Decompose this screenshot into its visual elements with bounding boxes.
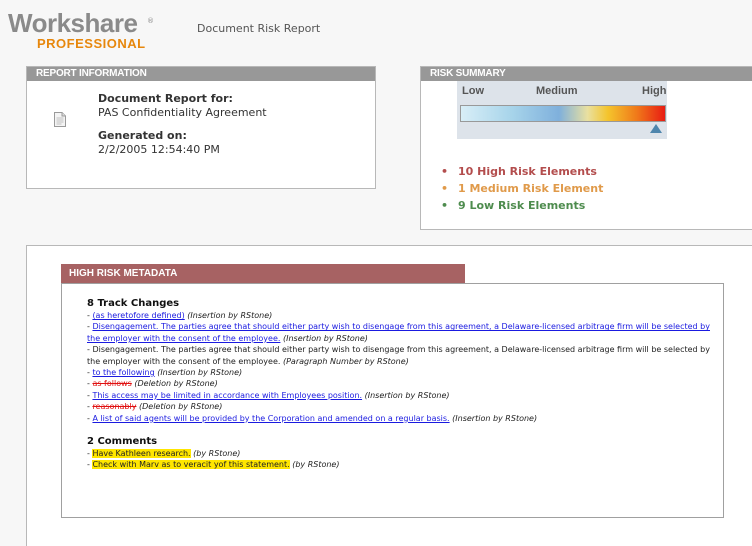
comment-text: Check with Marv as to veracit yof this s… — [92, 460, 290, 470]
track-change-note: (Insertion by RStone) — [187, 311, 273, 320]
report-information-header: REPORT INFORMATION — [27, 67, 375, 81]
high-risk-content: 8 Track Changes - (as heretofore defined… — [87, 298, 717, 471]
logo-main-text: Workshare — [8, 8, 138, 38]
risk-count-medium-text: 1 Medium Risk Element — [458, 182, 604, 195]
track-change-link[interactable]: A list of said agents will be provided b… — [92, 414, 449, 423]
scale-low-label: Low — [462, 85, 484, 97]
track-change-deleted-text: reasonably — [92, 402, 137, 412]
track-change-link[interactable]: to the following — [92, 368, 154, 377]
comment-item: - Check with Marv as to veracit yof this… — [87, 460, 340, 470]
comment-note: (by RStone) — [292, 460, 340, 470]
scale-high-label: High — [642, 85, 667, 97]
track-change-item: - (as heretofore defined) (Insertion by … — [87, 311, 273, 320]
track-change-item: - reasonably (Deletion by RStone) — [87, 402, 223, 412]
track-change-note: (Deletion by RStone) — [139, 402, 223, 412]
risk-count-list: • 10 High Risk Elements • 1 Medium Risk El… — [441, 163, 603, 214]
track-change-item: - This access may be limited in accordan… — [87, 390, 450, 400]
track-change-item: - as follows (Deletion by RStone) — [87, 379, 218, 389]
track-change-item: - Disengagement. The parties agree that … — [87, 322, 710, 343]
track-change-note: (Insertion by RStone) — [452, 413, 538, 423]
track-change-note: (Insertion by RStone) — [157, 368, 243, 378]
track-change-note: (Insertion by RStone) — [364, 390, 450, 400]
track-change-link[interactable]: This access may be limited in accordance… — [92, 391, 362, 400]
risk-scale: Low Medium High — [457, 81, 667, 139]
track-changes-title: 8 Track Changes — [87, 298, 180, 309]
risk-summary-header: RISK SUMMARY — [421, 67, 752, 81]
risk-level-marker-icon — [650, 124, 662, 133]
document-name: PAS Confidentiality Agreement — [98, 106, 267, 119]
track-change-note: (Paragraph Number by RStone) — [282, 356, 409, 366]
track-change-note: (Deletion by RStone) — [134, 379, 218, 389]
track-change-item: - Disengagement. The parties agree that … — [87, 345, 710, 366]
risk-count-high: • 10 High Risk Elements — [441, 165, 597, 178]
workshare-logo: Workshare ® PROFESSIONAL — [8, 8, 168, 51]
comment-text: Have Kathleen research. — [92, 449, 191, 459]
risk-count-medium: • 1 Medium Risk Element — [441, 182, 604, 195]
logo-sub-text: PROFESSIONAL — [37, 36, 146, 51]
risk-count-low-text: 9 Low Risk Elements — [458, 199, 586, 212]
track-change-link[interactable]: (as heretofore defined) — [92, 311, 184, 320]
comment-note: (by RStone) — [193, 449, 241, 459]
report-title: Document Risk Report — [197, 22, 321, 35]
track-change-link[interactable]: Disengagement. The parties agree that sh… — [87, 322, 710, 342]
report-for-label: Document Report for: — [98, 92, 233, 105]
scale-medium-label: Medium — [536, 85, 578, 97]
comment-item: - Have Kathleen research. (by RStone) — [87, 449, 241, 459]
generated-date: 2/2/2005 12:54:40 PM — [98, 143, 220, 156]
logo-registered-mark: ® — [147, 17, 154, 25]
generated-on-label: Generated on: — [98, 129, 187, 142]
high-risk-metadata-box: 8 Track Changes - (as heretofore defined… — [61, 283, 724, 518]
track-change-note: (Insertion by RStone) — [282, 333, 368, 343]
risk-gradient-bar — [460, 105, 666, 122]
comments-title: 2 Comments — [87, 436, 158, 448]
track-change-item: - A list of said agents will be provided… — [87, 413, 538, 423]
track-change-deleted-text: as follows — [92, 379, 132, 389]
track-change-item: - to the following (Insertion by RStone) — [87, 368, 243, 378]
risk-count-high-text: 10 High Risk Elements — [458, 165, 597, 178]
risk-summary-panel: RISK SUMMARY Low Medium High • 10 High Ri… — [420, 66, 752, 230]
risk-count-low: • 9 Low Risk Elements — [441, 199, 586, 212]
high-risk-metadata-header: HIGH RISK METADATA — [61, 264, 465, 283]
report-information-panel: REPORT INFORMATION Document Report for: … — [26, 66, 376, 189]
document-icon — [54, 112, 66, 127]
